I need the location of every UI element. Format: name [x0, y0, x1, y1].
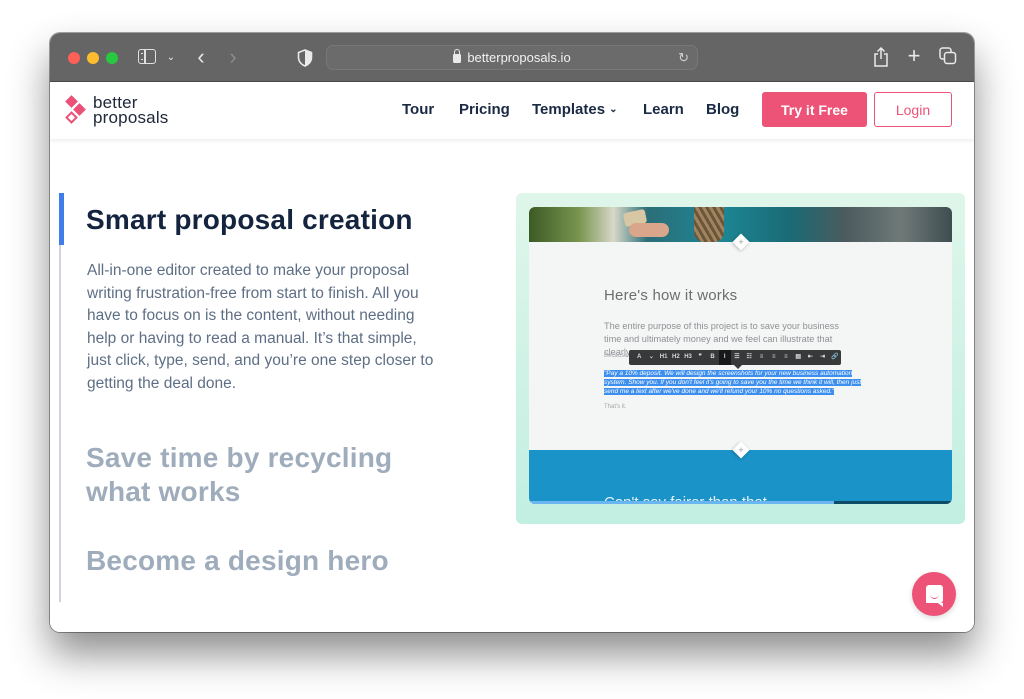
preview-heading: Here's how it works [604, 287, 738, 304]
browser-window: ⌄ ‹ › betterproposals.io ↻ + better prop… [50, 33, 974, 632]
maximize-window-button[interactable] [106, 52, 118, 64]
logo-text: better proposals [93, 93, 169, 127]
forward-icon[interactable]: › [225, 44, 241, 69]
feature-tab-save-time[interactable]: Save time by recycling what works [86, 441, 446, 509]
feature-section: Smart proposal creation All-in-one edito… [50, 139, 974, 632]
nav-learn[interactable]: Learn [643, 101, 684, 118]
toolbar-button: ⌄ [648, 354, 654, 360]
nav-blog[interactable]: Blog [706, 101, 739, 118]
preview-progress-track [833, 501, 952, 504]
chevron-down-icon: ⌄ [609, 104, 618, 115]
new-tab-icon[interactable]: + [905, 43, 923, 68]
url-text: betterproposals.io [467, 50, 571, 65]
toolbar-button: I [718, 350, 731, 365]
editor-preview: Here's how it works The entire purpose o… [516, 193, 965, 524]
toolbar-button: ≡ [759, 354, 764, 360]
toolbar-button: H2 [671, 354, 680, 360]
feature-tab-smart-proposal-creation[interactable]: Smart proposal creation [86, 203, 413, 237]
nav-tour[interactable]: Tour [402, 101, 434, 118]
login-button[interactable]: Login [874, 92, 952, 127]
toolbar-button: ☷ [746, 354, 752, 360]
shield-icon[interactable] [296, 48, 314, 67]
site-header: better proposals Tour Pricing Templates ⌄… [50, 82, 974, 139]
tab-overview-icon[interactable] [939, 47, 957, 65]
logo-mark-icon [64, 93, 88, 127]
feature-rail [59, 534, 61, 602]
toolbar-button: ▤ [795, 354, 801, 360]
toolbar-button: A [636, 354, 642, 360]
close-window-button[interactable] [68, 52, 80, 64]
preview-progress-bar [529, 501, 834, 504]
browser-toolbar: ⌄ ‹ › betterproposals.io ↻ + [50, 33, 974, 82]
add-section-icon [732, 441, 750, 459]
add-section-icon [732, 233, 750, 251]
toolbar-button: B [710, 354, 715, 360]
chat-bubble-icon [925, 585, 943, 607]
nav-pricing[interactable]: Pricing [459, 101, 510, 118]
logo[interactable]: better proposals [64, 93, 169, 127]
toolbar-button: ⇤ [807, 354, 813, 360]
address-bar[interactable]: betterproposals.io ↻ [326, 45, 698, 70]
toolbar-button: H3 [684, 354, 692, 360]
feature-rail [59, 432, 61, 534]
feature-description: All-in-one editor created to make your p… [87, 262, 434, 392]
chevron-down-icon[interactable]: ⌄ [164, 47, 178, 67]
editor-preview-screen: Here's how it works The entire purpose o… [529, 207, 952, 504]
reload-icon[interactable]: ↻ [678, 50, 689, 66]
lock-icon [453, 49, 462, 63]
text-format-toolbar: A ⌄ H1 H2 H3 ❞ B I ☰ ☷ ≡ ≡ ≡ ▤ ⇤ ⇥ 🔗 [629, 350, 841, 369]
selected-text: "Pay a 10% deposit. We will design the s… [604, 370, 862, 395]
back-icon[interactable]: ‹ [193, 44, 209, 69]
sidebar-icon[interactable] [138, 49, 156, 64]
toolbar-button: ⇥ [820, 354, 826, 360]
nav-templates-label: Templates [532, 101, 606, 118]
try-it-free-button[interactable]: Try it Free [762, 92, 867, 127]
preview-closing: That's it. [604, 404, 627, 410]
toolbar-button: H1 [659, 354, 668, 360]
toolbar-button: 🔗 [831, 354, 839, 360]
toolbar-button: ≡ [784, 354, 788, 360]
chat-launcher-button[interactable] [912, 572, 956, 616]
toolbar-button: ❞ [698, 354, 702, 360]
toolbar-button: ≡ [771, 354, 776, 360]
toolbar-button: ☰ [734, 354, 740, 360]
nav-templates[interactable]: Templates ⌄ [532, 101, 617, 118]
active-feature-indicator [59, 193, 64, 245]
share-icon[interactable] [872, 46, 890, 68]
minimize-window-button[interactable] [87, 52, 99, 64]
feature-tab-design-hero[interactable]: Become a design hero [86, 544, 389, 578]
